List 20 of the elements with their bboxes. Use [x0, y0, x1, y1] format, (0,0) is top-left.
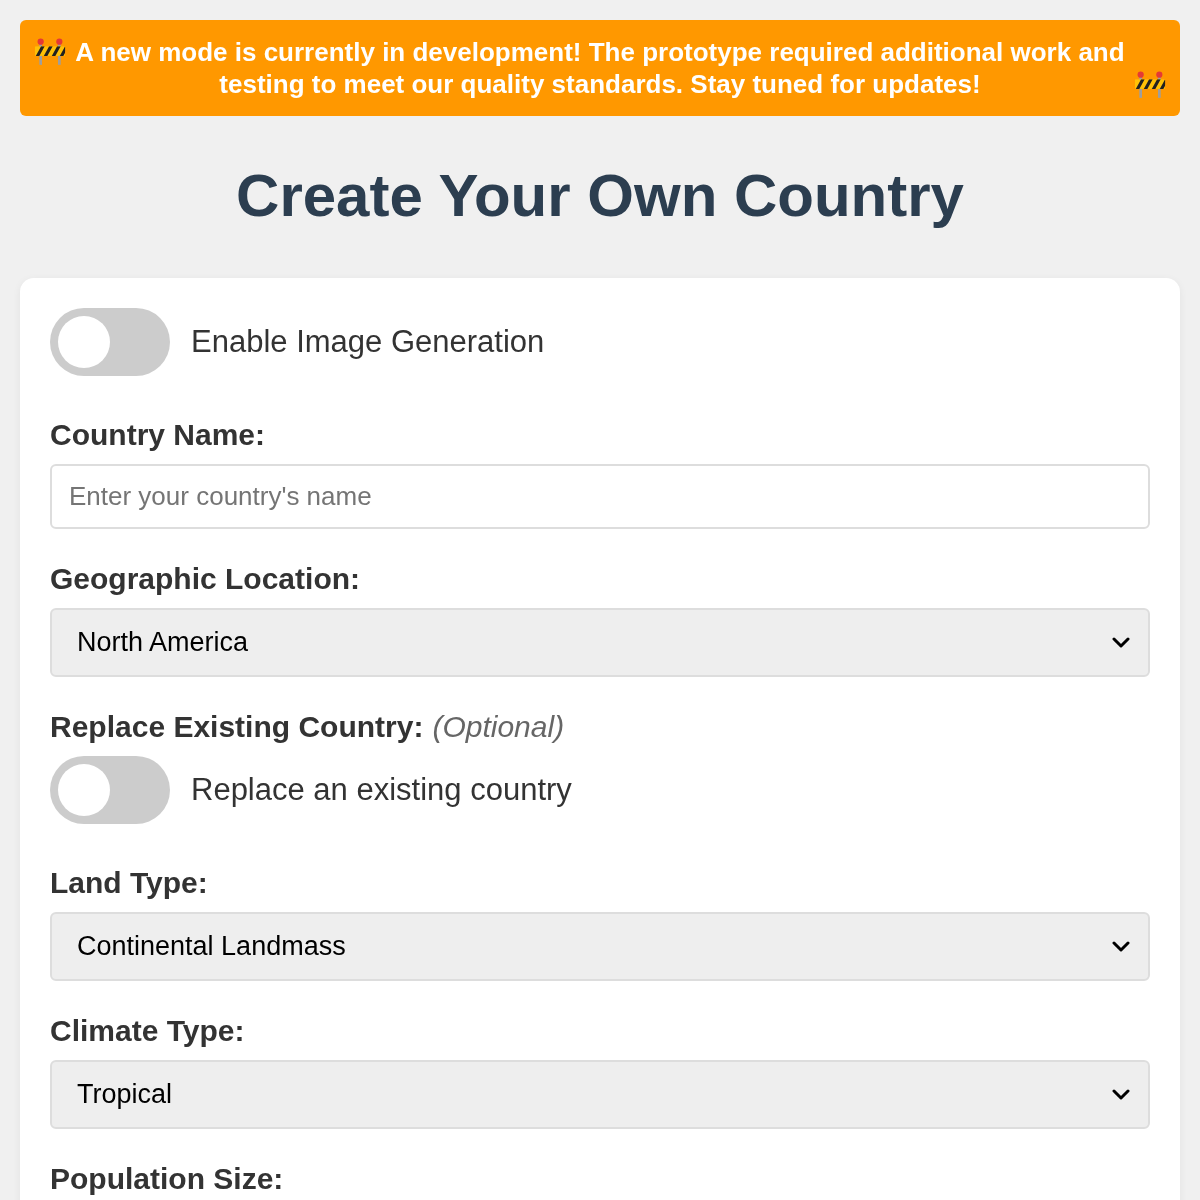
dropdown-select[interactable]: North America: [50, 608, 1150, 677]
construction-barrier-icon: [34, 38, 66, 65]
construction-barrier-icon: [1134, 71, 1166, 98]
dropdown-select[interactable]: Tropical: [50, 1060, 1150, 1129]
field-label: Geographic Location:: [50, 561, 361, 597]
text-input-field[interactable]: Enter your country's name: [50, 464, 1150, 529]
optional-note: (Optional): [432, 709, 565, 745]
chevron-down-icon: [1112, 941, 1130, 952]
field-label: Country Name:: [50, 417, 266, 453]
field-label: Land Type:: [50, 865, 208, 901]
field-label: Climate Type:: [50, 1013, 245, 1049]
toggle-label: Replace an existing country: [191, 772, 572, 808]
banner-text: A new mode is currently in development! The prototype required additional work and testing to meet our quality standards. Stay tuned for updates!: [74, 36, 1126, 100]
toggle-label: Enable Image Generation: [191, 324, 545, 360]
field-label: Replace Existing Country:: [50, 709, 424, 745]
page-title: Create Your Own Country: [235, 161, 965, 231]
chevron-down-icon: [1112, 637, 1130, 648]
field-label: Population Size:: [50, 1161, 284, 1197]
chevron-down-icon: [1112, 1089, 1130, 1100]
dropdown-select[interactable]: Continental Landmass: [50, 912, 1150, 981]
